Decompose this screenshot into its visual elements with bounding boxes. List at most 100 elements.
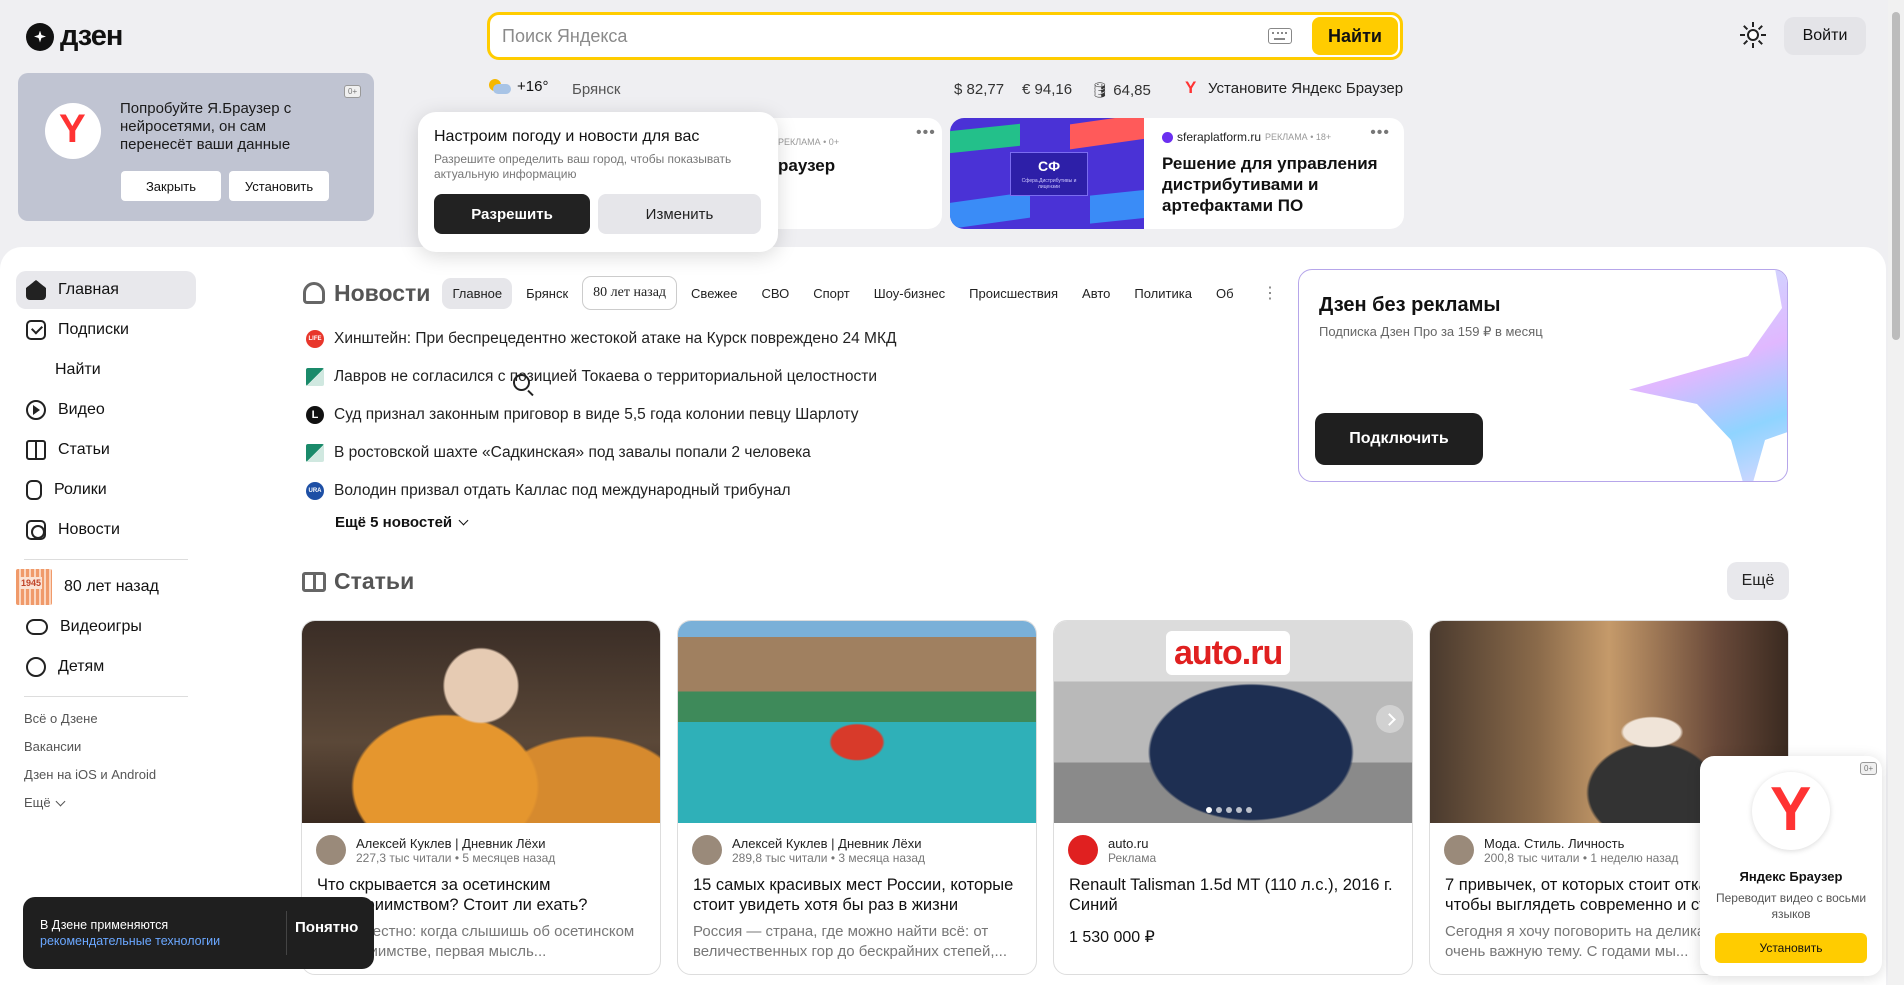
card-author[interactable]: auto.ru bbox=[1108, 836, 1156, 851]
scrollbar-thumb[interactable] bbox=[1892, 12, 1900, 340]
news-header: Новости Главное Брянск 80 лет назад Свеж… bbox=[303, 276, 1242, 310]
list-item[interactable]: В ростовской шахте «Садкинская» под зава… bbox=[306, 434, 897, 472]
footer-link-apps[interactable]: Дзен на iOS и Android bbox=[16, 761, 196, 789]
usd-rate[interactable]: $ 82,77 bbox=[954, 81, 1004, 99]
article-card[interactable]: Алексей Куклев | Дневник Лёхи 289,8 тыс … bbox=[677, 620, 1037, 975]
ad-menu-dots-icon[interactable]: ••• bbox=[1370, 124, 1390, 142]
news-tab[interactable]: Шоу-бизнес bbox=[864, 278, 955, 309]
sidebar-item-games[interactable]: Видеоигры bbox=[16, 608, 196, 646]
news-tab[interactable]: 80 лет назад bbox=[582, 276, 678, 310]
list-item[interactable]: L Суд признал законным приговор в виде 5… bbox=[306, 396, 897, 434]
temperature: +16° bbox=[517, 78, 549, 95]
install-browser-button[interactable]: Установить bbox=[1715, 933, 1867, 963]
news-tab[interactable]: Об bbox=[1206, 278, 1242, 309]
news-tab[interactable]: Авто bbox=[1072, 278, 1120, 309]
footer-more-button[interactable]: Ещё bbox=[16, 789, 196, 817]
oil-rate[interactable]: 🛢 64,85 bbox=[1090, 81, 1151, 99]
sidebar-item-label: Ролики bbox=[54, 481, 107, 498]
divider bbox=[286, 911, 287, 955]
cookie-message: В Дзене применяются bbox=[40, 918, 169, 932]
change-button[interactable]: Изменить bbox=[598, 194, 761, 234]
avatar[interactable] bbox=[1444, 835, 1474, 865]
more-news-button[interactable]: Ещё 5 новостей bbox=[335, 514, 897, 531]
autoru-logo: auto.ru bbox=[1166, 631, 1291, 675]
theme-toggle-sun-icon[interactable] bbox=[1740, 22, 1766, 48]
news-tab[interactable]: Главное bbox=[442, 277, 513, 309]
card-stats: 200,8 тыс читали • 1 неделю назад bbox=[1484, 850, 1679, 865]
card-author[interactable]: Мода. Стиль. Личность bbox=[1484, 836, 1678, 851]
source-l-icon: L bbox=[306, 406, 324, 424]
recommendation-tech-link[interactable]: рекомендательные технологии bbox=[40, 933, 220, 949]
login-button[interactable]: Войти bbox=[1784, 17, 1866, 55]
card-author[interactable]: Алексей Куклев | Дневник Лёхи bbox=[356, 836, 555, 851]
ad-title: раузер bbox=[778, 156, 836, 175]
sidebar-item-home[interactable]: Главная bbox=[16, 271, 196, 309]
car-logo-icon[interactable] bbox=[1068, 835, 1098, 865]
carousel-dot[interactable] bbox=[1246, 807, 1252, 813]
avatar[interactable] bbox=[316, 835, 346, 865]
dzen-logo[interactable]: дзен bbox=[26, 20, 123, 53]
sidebar-item-search[interactable]: Найти bbox=[16, 351, 530, 391]
list-item[interactable]: Лавров не согласился с позицией Токаева … bbox=[306, 358, 897, 396]
carousel-dot[interactable] bbox=[1236, 807, 1242, 813]
avatar[interactable] bbox=[692, 835, 722, 865]
news-tab[interactable]: Свежее bbox=[681, 278, 747, 309]
news-tab[interactable]: Политика bbox=[1124, 278, 1202, 309]
subscribe-button[interactable]: Подключить bbox=[1315, 413, 1483, 465]
sidebar-item-subscriptions[interactable]: Подписки bbox=[16, 311, 196, 349]
card-author[interactable]: Алексей Куклев | Дневник Лёхи bbox=[732, 836, 925, 851]
articles-header: Статьи bbox=[302, 568, 414, 595]
ad-menu-dots-icon[interactable]: ••• bbox=[916, 124, 936, 142]
carousel-dot[interactable] bbox=[1226, 807, 1232, 813]
footer-link-jobs[interactable]: Вакансии bbox=[16, 733, 196, 761]
news-tabs-more-icon[interactable]: ⋮ bbox=[1262, 283, 1278, 303]
news-logo-icon bbox=[303, 282, 325, 304]
articles-icon bbox=[26, 440, 46, 460]
card-stats: 227,3 тыс читали • 5 месяцев назад bbox=[356, 850, 556, 865]
news-tab[interactable]: Спорт bbox=[803, 278, 860, 309]
articles-title[interactable]: Статьи bbox=[334, 568, 414, 595]
search-bar: Найти bbox=[487, 12, 1403, 60]
weather-widget[interactable]: +16° bbox=[489, 78, 548, 95]
browser-install-link[interactable]: Установите Яндекс Браузер bbox=[1184, 78, 1403, 98]
footer-link-about[interactable]: Всё о Дзене bbox=[16, 705, 196, 733]
news-title[interactable]: Новости bbox=[334, 280, 430, 307]
promo-install-button[interactable]: Установить bbox=[229, 171, 329, 201]
ad-image-logo: СФ bbox=[1037, 158, 1061, 174]
list-item[interactable]: LIFE Хинштейн: При беспрецедентно жесток… bbox=[306, 320, 897, 358]
video-icon bbox=[26, 400, 46, 420]
popup-description: Разрешите определить ваш город, чтобы по… bbox=[434, 152, 732, 181]
carousel-dot[interactable] bbox=[1216, 807, 1222, 813]
logo-text: дзен bbox=[60, 20, 123, 52]
browser-name: Яндекс Браузер bbox=[1739, 869, 1843, 884]
ad-card-sfera[interactable]: СФ Сфера.Дистрибутивы и лицензии sferapl… bbox=[950, 118, 1404, 229]
shorts-icon bbox=[26, 480, 42, 500]
news-tab[interactable]: Брянск bbox=[516, 278, 578, 309]
search-input[interactable] bbox=[490, 15, 1268, 57]
search-button[interactable]: Найти bbox=[1312, 17, 1398, 55]
sidebar-item-80-years[interactable]: 80 лет назад bbox=[16, 568, 196, 606]
city-name[interactable]: Брянск bbox=[572, 81, 621, 98]
chevron-right-icon[interactable] bbox=[1376, 705, 1404, 733]
ad-article-card[interactable]: auto.ru auto.ru Реклама Renault Talisman… bbox=[1053, 620, 1413, 975]
eur-rate[interactable]: € 94,16 bbox=[1022, 81, 1072, 99]
promo-close-button[interactable]: Закрыть bbox=[121, 171, 221, 201]
carousel-dot[interactable] bbox=[1206, 807, 1212, 813]
scrollbar[interactable] bbox=[1888, 0, 1904, 985]
news-tab[interactable]: Происшествия bbox=[959, 278, 1068, 309]
sidebar-item-articles[interactable]: Статьи bbox=[16, 431, 196, 469]
sidebar-item-news[interactable]: Новости bbox=[16, 511, 196, 549]
list-item[interactable]: URA RU Володин призвал отдать Каллас под… bbox=[306, 472, 897, 512]
sidebar-item-kids[interactable]: Детям bbox=[16, 648, 196, 686]
sidebar-item-video[interactable]: Видео bbox=[16, 391, 196, 429]
premium-card[interactable]: Дзен без рекламы Подписка Дзен Про за 15… bbox=[1298, 269, 1788, 482]
allow-button[interactable]: Разрешить bbox=[434, 194, 590, 234]
cookie-accept-button[interactable]: Понятно bbox=[295, 919, 358, 936]
news-tab[interactable]: СВО bbox=[751, 278, 799, 309]
sidebar-item-shorts[interactable]: Ролики bbox=[16, 471, 196, 509]
articles-more-button[interactable]: Ещё bbox=[1727, 562, 1789, 600]
keyboard-icon[interactable] bbox=[1268, 28, 1292, 44]
ad-card-browser[interactable]: РЕКЛАМА • 0+ раузер ••• bbox=[760, 118, 942, 229]
premium-subtitle: Подписка Дзен Про за 159 ₽ в месяц bbox=[1319, 324, 1543, 339]
article-image bbox=[678, 621, 1036, 823]
